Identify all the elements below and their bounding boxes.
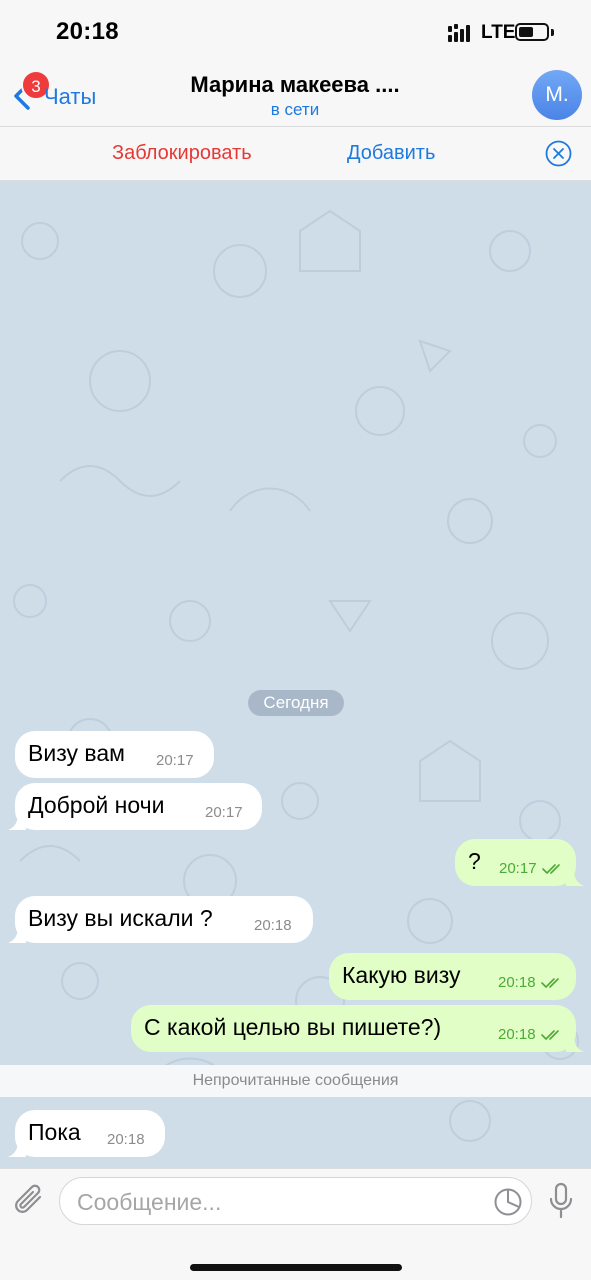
close-circle-icon[interactable] — [545, 140, 572, 167]
message-text: ? — [468, 848, 481, 874]
online-status: в сети — [270, 100, 320, 119]
message-time: 20:17 — [499, 860, 537, 877]
message-bubble-incoming[interactable]: Пока 20:18 — [15, 1110, 165, 1157]
message-time: 20:18 — [254, 917, 292, 934]
message-text: Какую визу — [342, 962, 461, 988]
bubble-tail — [566, 870, 584, 886]
status-bar: 20:18 LTE — [0, 0, 591, 62]
add-contact-button[interactable]: Добавить — [347, 142, 435, 165]
chat-area[interactable]: Сегодня Визу вам 20:17 Доброй ночи 20:17… — [0, 181, 591, 1168]
paperclip-icon[interactable] — [14, 1183, 46, 1219]
message-placeholder: Сообщение... — [77, 1189, 222, 1215]
avatar[interactable]: М. — [532, 70, 582, 120]
block-button[interactable]: Заблокировать — [112, 142, 252, 165]
network-type: LTE — [481, 22, 516, 43]
contact-action-bar: Заблокировать Добавить — [0, 127, 591, 181]
message-time: 20:18 — [498, 1026, 536, 1043]
double-check-icon — [541, 978, 559, 988]
home-indicator — [190, 1264, 402, 1271]
message-input[interactable]: Сообщение... — [59, 1177, 532, 1225]
back-label: Чаты — [44, 84, 97, 109]
double-check-icon — [541, 1030, 559, 1040]
bubble-tail — [8, 1141, 26, 1157]
message-bubble-outgoing[interactable]: С какой целью вы пишете?) 20:18 — [131, 1005, 576, 1052]
message-text: Визу вам — [28, 740, 125, 766]
bubble-tail — [8, 927, 26, 943]
message-time: 20:17 — [156, 752, 194, 769]
double-check-icon — [542, 864, 560, 874]
message-bubble-outgoing[interactable]: ? 20:17 — [455, 839, 576, 886]
message-bubble-incoming[interactable]: Доброй ночи 20:17 — [15, 783, 262, 830]
message-bubble-outgoing[interactable]: Какую визу 20:18 — [329, 953, 576, 1000]
battery-icon — [515, 23, 549, 41]
chat-title[interactable]: Марина макеева .... — [100, 72, 490, 98]
message-text: Визу вы искали ? — [28, 905, 213, 931]
message-text: Доброй ночи — [28, 792, 165, 818]
microphone-icon[interactable] — [548, 1182, 574, 1220]
cellular-signal-icon — [448, 24, 470, 42]
message-time: 20:18 — [107, 1131, 145, 1148]
unread-messages-separator: Непрочитанные сообщения — [0, 1065, 591, 1097]
chat-header: 3 Чаты Марина макеева .... в сети М. — [0, 62, 591, 127]
sticker-icon[interactable] — [493, 1187, 523, 1217]
message-bubble-incoming[interactable]: Визу вы искали ? 20:18 — [15, 896, 313, 943]
message-text: Пока — [28, 1119, 81, 1145]
message-input-bar: Сообщение... — [0, 1168, 591, 1280]
date-separator: Сегодня — [248, 690, 344, 716]
bubble-tail — [8, 814, 26, 830]
status-time: 20:18 — [56, 18, 119, 45]
battery-tip — [551, 29, 554, 36]
message-time: 20:18 — [498, 974, 536, 991]
message-time: 20:17 — [205, 804, 243, 821]
bubble-tail — [566, 1036, 584, 1052]
message-text: С какой целью вы пишете?) — [144, 1014, 442, 1040]
message-bubble-incoming[interactable]: Визу вам 20:17 — [15, 731, 214, 778]
